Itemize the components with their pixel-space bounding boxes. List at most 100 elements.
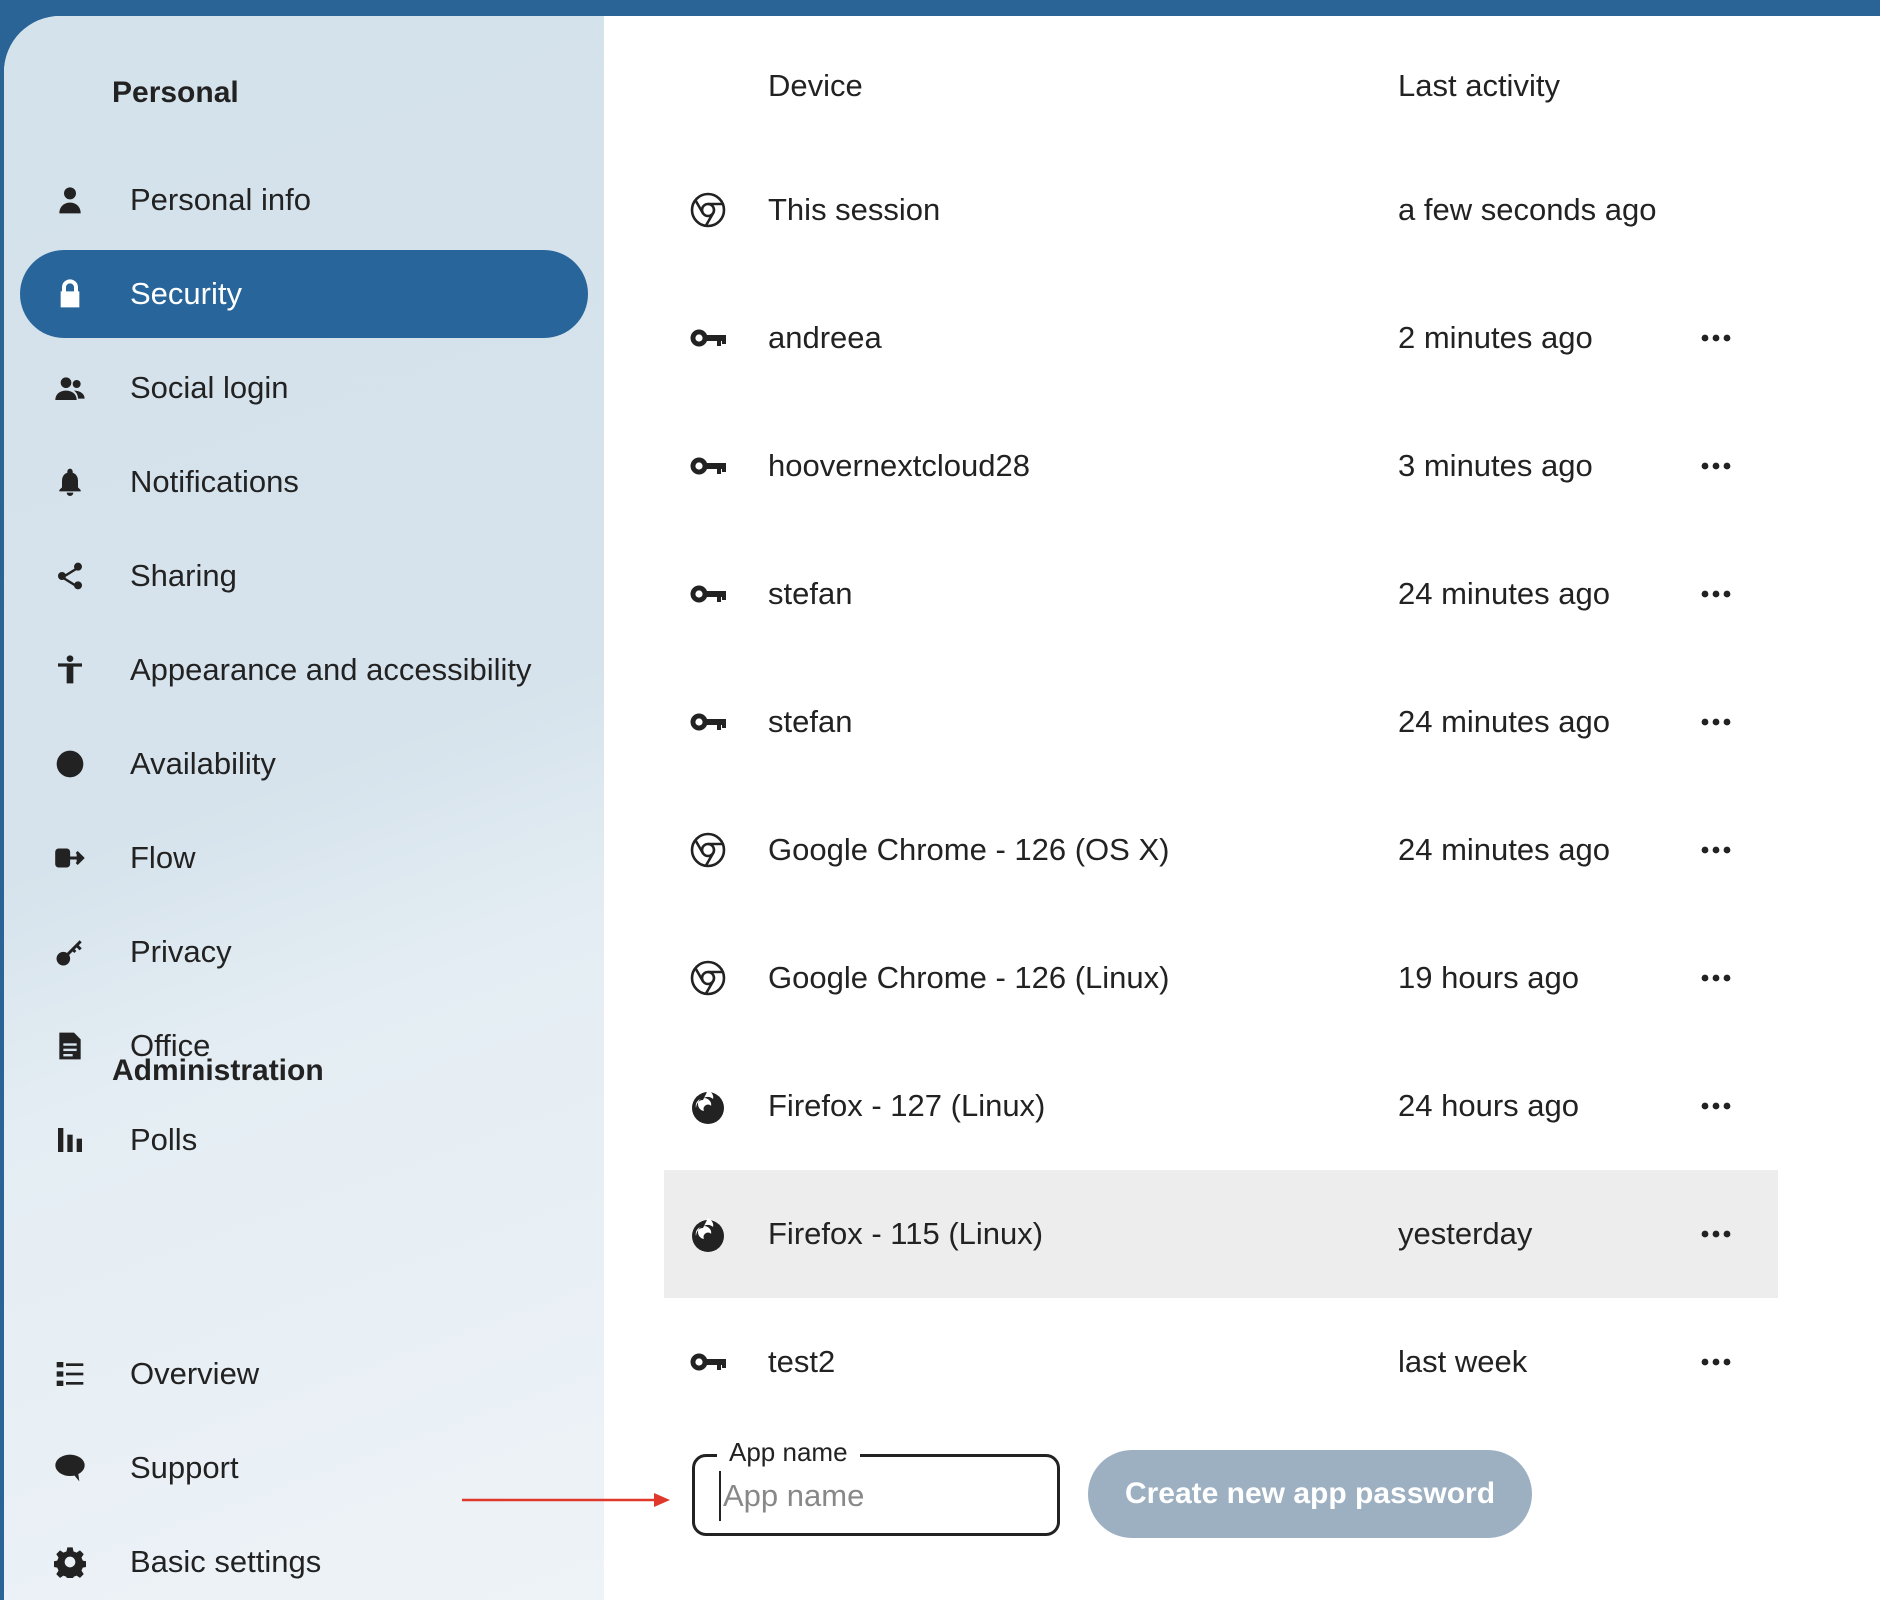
session-last-activity: 24 minutes ago	[1398, 576, 1610, 611]
chrome-icon	[688, 958, 728, 998]
session-row: stefan 24 minutes ago	[664, 530, 1778, 658]
sidebar-item-sharing[interactable]: Sharing	[20, 532, 588, 620]
key-icon	[688, 446, 728, 486]
more-icon	[1701, 334, 1731, 342]
sidebar-item-label: Support	[130, 1450, 239, 1485]
sidebar-item-label: Availability	[130, 746, 276, 781]
red-arrow-annotation	[462, 1493, 670, 1507]
key-icon	[688, 1342, 728, 1382]
sidebar-item-personal-info[interactable]: Personal info	[20, 156, 588, 244]
session-device: stefan	[768, 704, 853, 739]
sidebar-item-label: Basic settings	[130, 1544, 322, 1579]
session-device: andreea	[768, 320, 882, 355]
firefox-icon	[688, 1214, 728, 1254]
session-device: Google Chrome - 126 (OS X)	[768, 832, 1170, 867]
session-row: hoovernextcloud28 3 minutes ago	[664, 402, 1778, 530]
more-actions-button[interactable]	[1692, 570, 1740, 618]
list-icon	[50, 1354, 90, 1394]
session-last-activity: 24 minutes ago	[1398, 704, 1610, 739]
session-row: Google Chrome - 126 (Linux) 19 hours ago	[664, 914, 1778, 1042]
more-icon	[1701, 1358, 1731, 1366]
user-icon	[50, 180, 90, 220]
chrome-icon	[688, 190, 728, 230]
key-icon	[688, 702, 728, 742]
personal-heading: Personal	[112, 76, 239, 109]
sidebar-item-polls[interactable]: Polls	[20, 1096, 588, 1184]
key-icon	[50, 932, 90, 972]
session-row: Firefox - 115 (Linux) yesterday	[664, 1170, 1778, 1298]
bell-icon	[50, 462, 90, 502]
sidebar-item-label: Personal info	[130, 182, 311, 217]
session-last-activity: a few seconds ago	[1398, 192, 1657, 227]
sidebar-item-social-login[interactable]: Social login	[20, 344, 588, 432]
flow-icon	[50, 838, 90, 878]
sidebar-item-flow[interactable]: Flow	[20, 814, 588, 902]
session-last-activity: 24 hours ago	[1398, 1088, 1579, 1123]
sidebar-item-label: Flow	[130, 840, 196, 875]
app-name-input[interactable]	[719, 1471, 1045, 1521]
sidebar-item-label: Appearance and accessibility	[130, 652, 532, 687]
session-last-activity: 24 minutes ago	[1398, 832, 1610, 867]
session-last-activity: last week	[1398, 1344, 1528, 1379]
clock-icon	[50, 744, 90, 784]
sidebar-item-security[interactable]: Security	[20, 250, 588, 338]
sidebar-item-notifications[interactable]: Notifications	[20, 438, 588, 526]
sidebar-item-label: Polls	[130, 1122, 198, 1157]
poll-icon	[50, 1120, 90, 1160]
more-actions-button[interactable]	[1692, 954, 1740, 1002]
administration-heading: Administration	[112, 1054, 324, 1087]
session-row: This session a few seconds ago	[664, 146, 1778, 274]
more-icon	[1701, 974, 1731, 982]
more-actions-button[interactable]	[1692, 442, 1740, 490]
share-icon	[50, 556, 90, 596]
session-device: Firefox - 115 (Linux)	[768, 1216, 1044, 1251]
key-icon	[688, 318, 728, 358]
session-last-activity: 19 hours ago	[1398, 960, 1579, 995]
more-icon	[1701, 1230, 1731, 1238]
more-actions-button[interactable]	[1692, 698, 1740, 746]
chrome-icon	[688, 830, 728, 870]
sidebar-item-availability[interactable]: Availability	[20, 720, 588, 808]
app-name-label: App name	[717, 1437, 860, 1468]
session-device: Firefox - 127 (Linux)	[768, 1088, 1046, 1123]
sidebar-item-label: Security	[130, 276, 242, 311]
session-device: test2	[768, 1344, 836, 1379]
create-app-password-button[interactable]: Create new app password	[1088, 1450, 1532, 1538]
more-actions-button[interactable]	[1692, 826, 1740, 874]
session-last-activity: yesterday	[1398, 1216, 1533, 1251]
sidebar-item-label: Sharing	[130, 558, 237, 593]
session-device: This session	[768, 192, 941, 227]
session-row: Google Chrome - 126 (OS X) 24 minutes ago	[664, 786, 1778, 914]
users-icon	[50, 368, 90, 408]
session-row: andreea 2 minutes ago	[664, 274, 1778, 402]
session-device: hoovernextcloud28	[768, 448, 1030, 483]
sidebar-item-label: Privacy	[130, 934, 232, 969]
more-actions-button[interactable]	[1692, 1210, 1740, 1258]
document-icon	[50, 1026, 90, 1066]
more-actions-button[interactable]	[1692, 1338, 1740, 1386]
settings-window: Personal Personal info Security Social log…	[4, 16, 1880, 1600]
main-content: Device Last activity This session a few s…	[604, 16, 1880, 1600]
sidebar-item-basic-settings[interactable]: Basic settings	[20, 1518, 588, 1600]
session-row: Firefox - 127 (Linux) 24 hours ago	[664, 1042, 1778, 1170]
session-device: Google Chrome - 126 (Linux)	[768, 960, 1170, 995]
session-last-activity: 3 minutes ago	[1398, 448, 1593, 483]
lock-icon	[50, 274, 90, 314]
more-actions-button[interactable]	[1692, 314, 1740, 362]
app-name-field: App name	[692, 1437, 1060, 1536]
session-last-activity: 2 minutes ago	[1398, 320, 1593, 355]
session-row: test2 last week	[664, 1298, 1778, 1426]
more-icon	[1701, 718, 1731, 726]
sidebar-item-label: Notifications	[130, 464, 299, 499]
sidebar-item-overview[interactable]: Overview	[20, 1330, 588, 1418]
more-icon	[1701, 1102, 1731, 1110]
more-icon	[1701, 846, 1731, 854]
more-actions-button[interactable]	[1692, 1082, 1740, 1130]
gear-icon	[50, 1542, 90, 1582]
sidebar-item-label: Overview	[130, 1356, 260, 1391]
sidebar-item-privacy[interactable]: Privacy	[20, 908, 588, 996]
firefox-icon	[688, 1086, 728, 1126]
sidebar-item-label: Social login	[130, 370, 289, 405]
sidebar-item-appearance-and-accessibility[interactable]: Appearance and accessibility	[20, 626, 588, 714]
more-icon	[1701, 462, 1731, 470]
